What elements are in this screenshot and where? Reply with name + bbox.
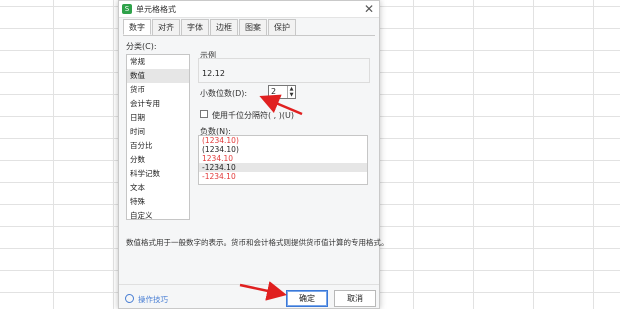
annotation-arrow-ok — [239, 281, 287, 301]
annotation-overlay — [239, 94, 303, 301]
annotation-arrow-decimal — [259, 94, 303, 116]
